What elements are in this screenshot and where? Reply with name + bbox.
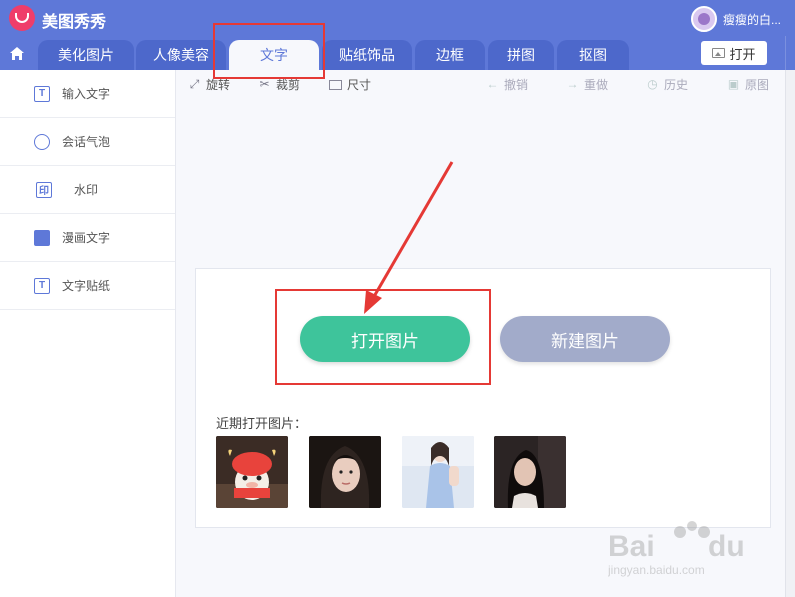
svg-text:Bai: Bai: [608, 530, 655, 563]
recent-thumbnail[interactable]: [309, 436, 381, 508]
sidebar-item-label: 文字贴纸: [62, 279, 111, 293]
svg-text:jingyan.baidu.com: jingyan.baidu.com: [608, 563, 705, 577]
tab-text[interactable]: 文字: [229, 40, 319, 70]
tab-stickers[interactable]: 贴纸饰品: [322, 40, 412, 70]
header-open-button[interactable]: 打开: [701, 41, 767, 65]
home-button[interactable]: [0, 36, 34, 70]
watermark-icon: 印: [36, 181, 52, 198]
sidebar-item-label: 水印: [74, 183, 99, 197]
comic-text-icon: [34, 229, 50, 246]
tab-portrait[interactable]: 人像美容: [136, 40, 226, 70]
sidebar-item-text-sticker[interactable]: T 文字贴纸: [0, 262, 175, 310]
tab-beautify[interactable]: 美化图片: [38, 40, 134, 70]
user-name[interactable]: 瘦瘦的白...: [723, 11, 781, 28]
recent-thumbnail[interactable]: [216, 436, 288, 508]
clock-icon: ◷: [647, 77, 658, 91]
recent-images-label: 近期打开图片：: [216, 416, 308, 431]
history-label: 历史: [664, 78, 689, 92]
original-button[interactable]: ▣ 原图: [727, 76, 769, 93]
home-icon: [10, 46, 24, 60]
open-image-button[interactable]: 打开图片: [300, 316, 470, 362]
sidebar-item-watermark[interactable]: 印 水印: [0, 166, 175, 214]
undo-arrow-icon: ←: [486, 77, 499, 91]
rotate-label: 旋转: [206, 78, 231, 92]
redo-label: 重做: [584, 78, 609, 92]
recent-thumbnail[interactable]: [494, 436, 566, 508]
size-button[interactable]: 尺寸: [329, 76, 371, 93]
history-button[interactable]: ◷ 历史: [646, 76, 688, 93]
crop-label: 裁剪: [276, 78, 301, 92]
recent-thumbnail[interactable]: [402, 436, 474, 508]
original-label: 原图: [745, 78, 770, 92]
svg-text:du: du: [708, 530, 745, 563]
sidebar-item-comic-text[interactable]: 漫画文字: [0, 214, 175, 262]
meitu-logo-icon: [9, 5, 35, 31]
edit-toolbar: ⤢ 旋转 ✂ 裁剪 尺寸 ← 撤销 → 重做 ◷ 历史 ▣ 原图: [176, 70, 795, 100]
sidebar-item-speech-bubble[interactable]: 会话气泡: [0, 118, 175, 166]
undo-label: 撤销: [504, 78, 529, 92]
app-title: 美图秀秀: [42, 14, 107, 31]
sidebar-item-label: 会话气泡: [62, 135, 111, 149]
sidebar-item-input-text[interactable]: T 输入文字: [0, 70, 175, 118]
tab-collage[interactable]: 拼图: [488, 40, 554, 70]
size-label: 尺寸: [347, 78, 372, 92]
crop-button[interactable]: ✂ 裁剪: [258, 76, 300, 93]
sidebar: T 输入文字 会话气泡 印 水印 漫画文字 T 文字贴纸: [0, 70, 176, 597]
main-tab-bar: 美化图片 人像美容 文字 贴纸饰品 边框 拼图 抠图 打开: [0, 36, 795, 70]
speech-bubble-icon: [34, 133, 50, 150]
image-icon: [712, 48, 726, 58]
image-icon: ▣: [727, 77, 740, 91]
text-sticker-icon: T: [34, 277, 50, 294]
tab-frames[interactable]: 边框: [415, 40, 485, 70]
sidebar-item-label: 漫画文字: [62, 231, 111, 245]
rotate-icon: ⤢: [189, 77, 200, 91]
redo-button[interactable]: → 重做: [566, 76, 609, 93]
scissors-icon: ✂: [259, 77, 270, 91]
title-bar: 美图秀秀 瘦瘦的白...: [0, 0, 795, 36]
user-profile[interactable]: 瘦瘦的白...: [690, 6, 781, 32]
rotate-button[interactable]: ⤢ 旋转: [188, 76, 230, 93]
scroll-handle[interactable]: [785, 36, 795, 70]
undo-button[interactable]: ← 撤销: [486, 76, 529, 93]
new-image-button[interactable]: 新建图片: [500, 316, 670, 362]
redo-arrow-icon: →: [566, 77, 579, 91]
baidu-watermark-logo: Bai du jingyan.baidu.com: [608, 521, 745, 577]
sidebar-item-label: 输入文字: [62, 87, 111, 101]
header-open-label: 打开: [729, 46, 756, 62]
user-avatar[interactable]: [690, 6, 717, 32]
tab-cutout[interactable]: 抠图: [557, 40, 629, 70]
resize-icon: [329, 79, 342, 90]
text-icon: T: [34, 85, 50, 102]
